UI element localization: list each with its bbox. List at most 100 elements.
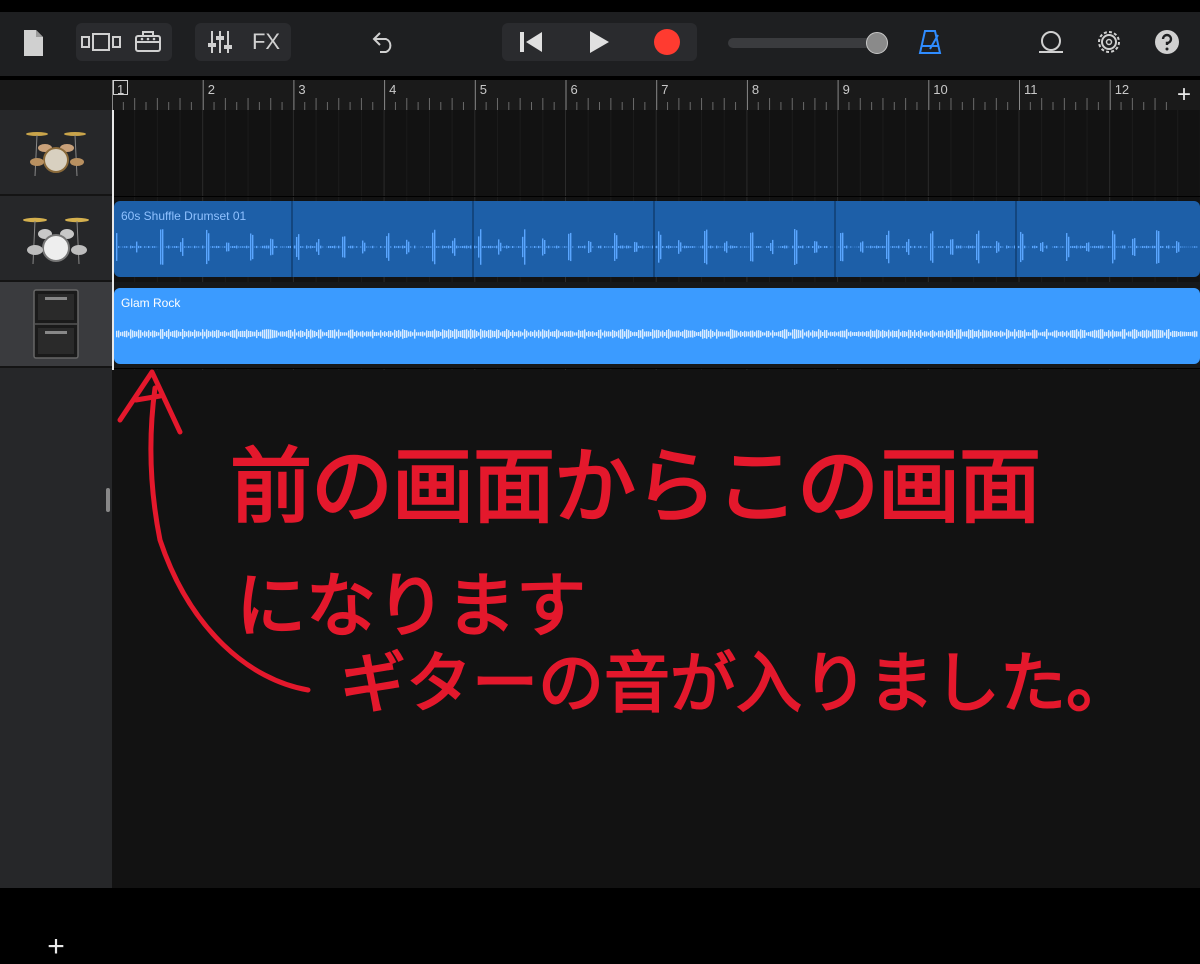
waveform-sample [770,332,771,335]
waveform-sample [142,332,143,336]
waveform-sample [728,331,729,336]
waveform-sample [206,230,207,264]
waveform-sample [828,332,829,335]
waveform-sample [140,246,141,248]
settings-button[interactable] [1090,25,1128,59]
lane-drums-1[interactable] [112,110,1200,197]
waveform-sample [274,246,275,248]
waveform-sample [890,332,891,337]
waveform-sample [924,331,925,337]
waveform-sample [1132,330,1133,339]
smart-controls-button[interactable] [126,25,170,59]
master-volume-slider[interactable] [728,36,888,50]
waveform-sample [950,239,951,254]
region-drummer[interactable]: 60s Shuffle Drumset 01 [114,201,1200,277]
undo-button[interactable] [364,25,402,59]
add-section-button[interactable]: + [1170,81,1198,109]
waveform-sample [970,330,971,338]
help-button[interactable] [1150,25,1184,59]
my-songs-button[interactable] [18,26,48,60]
waveform-sample [888,330,889,338]
fx-button[interactable]: FX [244,25,288,59]
track-header-drums-2[interactable] [0,196,112,282]
waveform-sample [126,246,127,248]
waveform-sample [734,246,735,248]
waveform-sample [808,330,809,337]
loop-browser-button[interactable] [1032,25,1070,59]
waveform-sample [252,235,253,259]
waveform-sample [194,246,195,248]
waveform-sample [174,331,175,338]
waveform-sample [362,331,363,337]
waveform-sample [342,332,343,335]
add-track-button[interactable]: + [40,932,72,964]
waveform-sample [680,332,681,336]
waveform-sample [1184,247,1185,248]
waveform-sample [946,330,947,339]
region-guitar[interactable]: Glam Rock [114,288,1200,364]
waveform-sample [476,331,477,337]
track-header-drums-1[interactable] [0,110,112,196]
waveform-sample [796,330,797,339]
waveform-sample [484,330,485,338]
track-header-guitar[interactable] [0,282,112,368]
waveform-sample [490,246,491,248]
play-button[interactable] [572,25,626,59]
waveform-sample [196,331,197,336]
waveform-sample [1076,329,1077,339]
sidebar-resize-handle[interactable] [106,488,110,512]
waveform-sample [1032,246,1033,248]
waveform-sample [918,246,919,247]
waveform-sample [282,331,283,337]
record-button[interactable] [640,25,694,59]
metronome-button[interactable] [912,25,948,59]
lane-guitar[interactable]: Glam Rock [112,282,1200,369]
waveform-sample [1108,330,1109,338]
waveform-sample [674,331,675,336]
waveform-sample [604,246,605,248]
lane-drums-2[interactable]: 60s Shuffle Drumset 01 [112,196,1200,283]
waveform-sample [1096,330,1097,337]
waveform-sample [1072,330,1073,338]
waveform-sample [1090,247,1091,248]
waveform-sample [884,331,885,337]
waveform-sample [988,331,989,336]
waveform-sample [480,229,481,265]
waveform-sample [1140,331,1141,336]
waveform-sample [1094,246,1095,248]
waveform-sample [286,331,287,337]
waveform-sample [284,247,285,248]
waveform-sample [1152,330,1153,339]
waveform-sample [422,331,423,336]
waveform-sample [184,331,185,337]
waveform-sample [796,230,797,264]
waveform-sample [764,332,765,335]
waveform-sample [512,330,513,338]
mixer-button[interactable] [198,25,242,59]
waveform-sample [606,332,607,337]
waveform-sample [712,331,713,337]
waveform-sample [882,246,883,248]
waveform-sample [750,233,751,261]
waveform-sample [640,246,641,248]
waveform-sample [386,332,387,336]
slider-thumb[interactable] [866,32,888,54]
waveform-sample [962,332,963,337]
waveform-sample [1172,246,1173,247]
waveform-sample [710,246,711,249]
waveform-sample [144,246,145,247]
tracks-view-button[interactable] [78,25,124,59]
go-to-beginning-button[interactable] [504,25,558,59]
waveform-sample [1182,247,1183,248]
waveform-sample [678,331,679,338]
waveform-sample [436,246,437,248]
waveform-sample [1088,332,1089,336]
waveform-sample [660,332,661,337]
waveform-sample [596,332,597,336]
tracks-area[interactable]: 60s Shuffle Drumset 01 Glam Rock [112,110,1200,888]
waveform-sample [928,332,929,335]
timeline-ruler[interactable]: 123456789101112 + [0,80,1200,110]
waveform-sample [748,247,749,248]
waveform-sample [1092,331,1093,338]
waveform-sample [812,330,813,337]
